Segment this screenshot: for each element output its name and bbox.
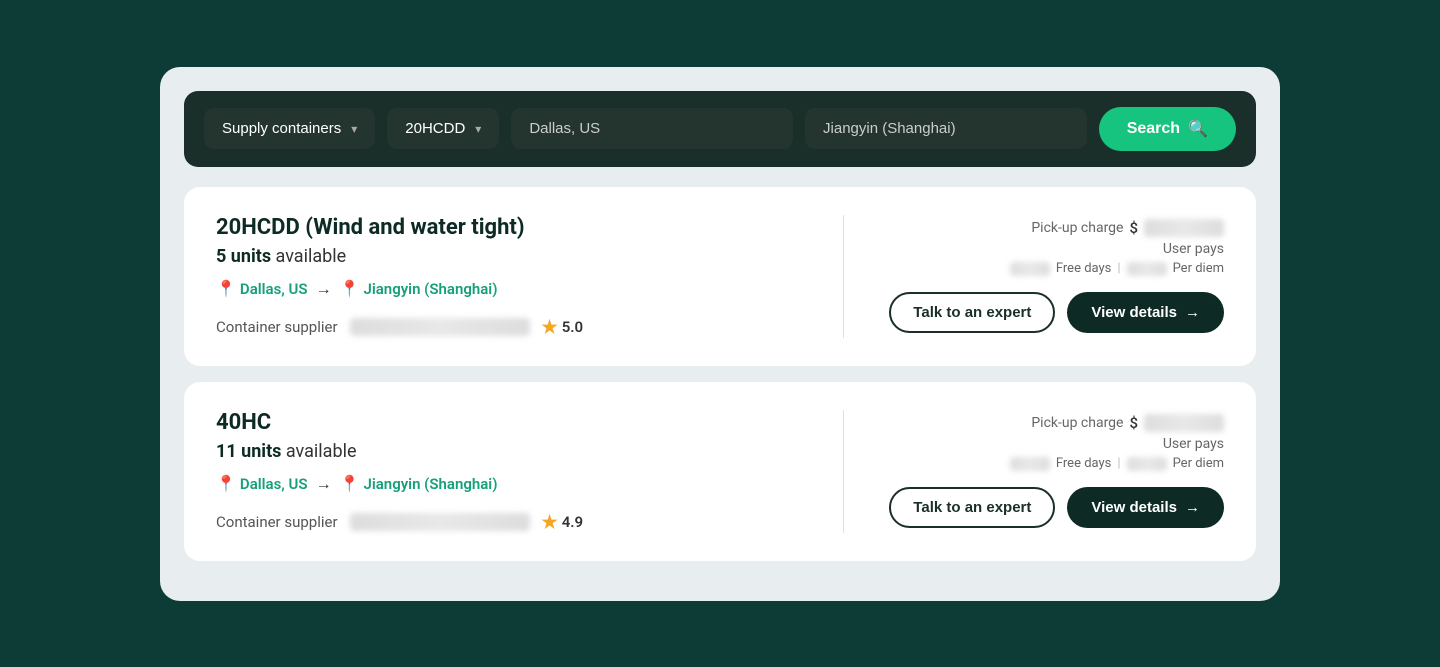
pin-icon-3: 📍 [216,474,236,493]
star-icon-2: ★ [542,512,558,533]
action-buttons-2: Talk to an expert View details → [889,487,1224,528]
container-size-label: 20HCDD [405,120,465,137]
origin-input[interactable] [511,108,793,149]
view-details-button-2[interactable]: View details → [1067,487,1224,528]
origin-location-1: 📍 Dallas, US [216,279,308,298]
supplier-name-blur-1 [350,318,530,336]
supply-type-dropdown[interactable]: Supply containers ▾ [204,108,375,149]
chevron-down-icon: ▾ [351,122,357,136]
chevron-down-icon-2: ▾ [475,122,481,136]
talk-to-expert-button-1[interactable]: Talk to an expert [889,292,1055,333]
search-label: Search [1127,120,1180,138]
talk-to-expert-button-2[interactable]: Talk to an expert [889,487,1055,528]
user-pays-row-2: User pays [864,436,1224,452]
destination-location-2: 📍 Jiangyin (Shanghai) [340,474,498,493]
star-rating-1: ★ 5.0 [542,317,584,338]
card-left-1: 20HCDD (Wind and water tight) 5 units av… [216,215,844,338]
arrow-right-icon: → [1185,304,1200,321]
supplier-name-blur-2 [350,513,530,531]
pin-icon: 📍 [216,279,236,298]
star-icon: ★ [542,317,558,338]
per-diem-blur-1 [1127,262,1167,276]
card-units-2: 11 units available [216,441,803,462]
pickup-charge-row: Pick-up charge $ [864,219,1224,237]
arrow-right-icon-2: → [1185,499,1200,516]
star-rating-2: ★ 4.9 [542,512,584,533]
destination-input[interactable] [805,108,1087,149]
per-diem-blur-2 [1127,457,1167,471]
destination-location-1: 📍 Jiangyin (Shanghai) [340,279,498,298]
result-card-1: 20HCDD (Wind and water tight) 5 units av… [184,187,1256,366]
view-details-button-1[interactable]: View details → [1067,292,1224,333]
card-title-1: 20HCDD (Wind and water tight) [216,215,803,240]
card-right-1: Pick-up charge $ User pays Free days | P… [864,219,1224,333]
card-units-1: 5 units available [216,246,803,267]
free-days-row-2: Free days | Per diem [864,456,1224,471]
search-icon: 🔍 [1188,119,1208,139]
main-container: Supply containers ▾ 20HCDD ▾ Search 🔍 20… [160,67,1280,601]
pin-icon-2: 📍 [340,279,360,298]
action-buttons-1: Talk to an expert View details → [889,292,1224,333]
container-size-dropdown[interactable]: 20HCDD ▾ [387,108,499,149]
pickup-charge-row-2: Pick-up charge $ [864,414,1224,432]
card-supplier-2: Container supplier ★ 4.9 [216,512,803,533]
result-card-2: 40HC 11 units available 📍 Dallas, US → 📍… [184,382,1256,561]
arrow-icon-2: → [316,474,332,494]
card-left-2: 40HC 11 units available 📍 Dallas, US → 📍… [216,410,844,533]
card-route-2: 📍 Dallas, US → 📍 Jiangyin (Shanghai) [216,474,803,494]
free-days-row-1: Free days | Per diem [864,261,1224,276]
pricing-info-1: Pick-up charge $ User pays Free days | P… [864,219,1224,276]
card-right-2: Pick-up charge $ User pays Free days | P… [864,414,1224,528]
supply-type-label: Supply containers [222,120,341,137]
card-title-2: 40HC [216,410,803,435]
pickup-price-blur-1 [1144,219,1224,237]
arrow-icon: → [316,279,332,299]
search-button[interactable]: Search 🔍 [1099,107,1236,151]
card-supplier-1: Container supplier ★ 5.0 [216,317,803,338]
free-days-blur-1 [1010,262,1050,276]
origin-location-2: 📍 Dallas, US [216,474,308,493]
pin-icon-4: 📍 [340,474,360,493]
search-bar: Supply containers ▾ 20HCDD ▾ Search 🔍 [184,91,1256,167]
user-pays-row: User pays [864,241,1224,257]
free-days-blur-2 [1010,457,1050,471]
pricing-info-2: Pick-up charge $ User pays Free days | P… [864,414,1224,471]
card-route-1: 📍 Dallas, US → 📍 Jiangyin (Shanghai) [216,279,803,299]
pickup-price-blur-2 [1144,414,1224,432]
